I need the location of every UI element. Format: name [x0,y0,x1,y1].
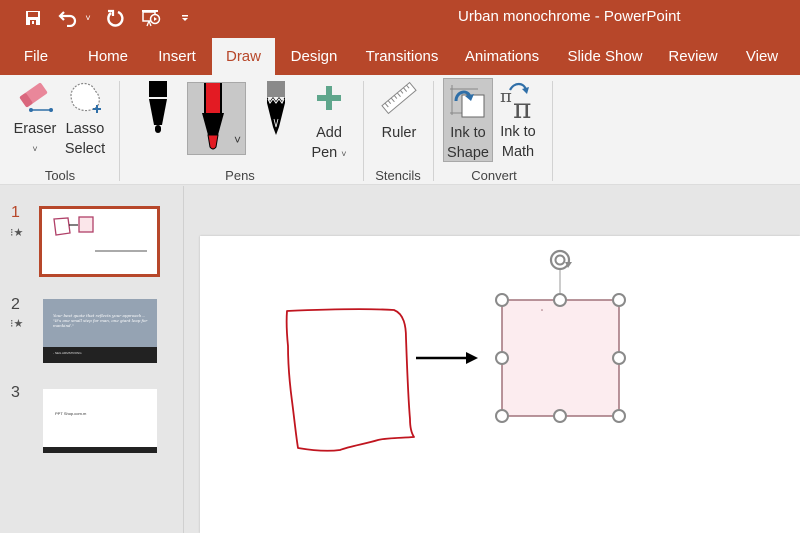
group-separator [363,81,364,181]
tab-slide-show[interactable]: Slide Show [562,38,648,75]
ribbon-tabs: File Home Insert Draw Design Transitions… [0,38,800,75]
ink-to-shape-icon [450,85,485,118]
slide-number: 2 [11,296,20,313]
group-separator [433,81,434,181]
eraser-dropdown-caret[interactable]: ˅ [10,139,60,159]
ink-dot [541,309,543,311]
resize-handle-bottom-left[interactable] [495,409,509,423]
slide-3-footer-band [43,447,157,453]
start-from-beginning-button[interactable] [138,6,164,30]
tab-animations[interactable]: Animations [460,38,544,75]
svg-text:π: π [513,92,531,120]
eraser-icon [19,83,53,112]
group-label-convert: Convert [471,168,517,183]
slide-thumbnail-3[interactable]: PPT Shop.com.m [43,389,157,453]
group-separator [119,81,120,181]
eraser-button[interactable]: Eraser ˅ [10,81,60,163]
window-title: Urban monochrome - PowerPoint [458,8,681,25]
tab-view[interactable]: View [740,38,784,75]
tab-home[interactable]: Home [80,38,136,75]
tab-draw[interactable]: Draw [212,38,275,75]
ruler-icon [381,81,417,115]
slide-2-quote: Your best quote that reflects your appro… [53,313,148,328]
animation-star-icon: ⁝★ [10,318,24,330]
slide-canvas [285,249,626,452]
black-pen-button[interactable] [140,79,176,143]
add-pen-label-line2: Pen ˅ [311,145,347,161]
resize-handle-top[interactable] [553,293,567,307]
group-separator [552,81,553,181]
undo-dropdown[interactable]: ˅ [82,6,94,30]
tab-design[interactable]: Design [284,38,344,75]
lasso-label-line2: Select [64,141,106,157]
eraser-label: Eraser [13,121,57,137]
ink-to-math-button[interactable]: π π Ink to Math [495,78,541,162]
slide-2-author: - NEIL ARMSTRONG [53,351,82,355]
arrow-connector[interactable] [416,352,478,364]
tab-review[interactable]: Review [664,38,722,75]
save-icon [26,11,40,25]
save-button[interactable] [22,6,44,30]
slide-number: 3 [11,384,20,401]
tab-file[interactable]: File [14,38,58,75]
redo-icon [107,9,124,27]
resize-handle-right[interactable] [612,351,626,365]
ink-to-math-label-line1: Ink to [500,124,536,140]
group-label-stencils: Stencils [375,168,421,183]
present-from-beginning-icon [142,10,161,27]
slide-thumbnail-2[interactable]: Your best quote that reflects your appro… [43,299,157,363]
slide-thumbnail-pane: 1 ⁝★ 2 ⁝★ Your best quote that reflects … [0,186,184,533]
undo-button[interactable] [57,6,79,30]
group-label-pens: Pens [225,168,255,183]
ruler-label: Ruler [381,125,417,141]
ink-to-math-icon: π π [500,82,531,120]
slide-3-text: PPT Shop.com.m [55,411,87,416]
plus-icon [317,86,341,110]
tab-insert[interactable]: Insert [150,38,204,75]
ruler-button[interactable]: Ruler [376,79,422,159]
ink-to-shape-label-line2: Shape [447,145,489,161]
group-label-tools: Tools [44,168,76,183]
undo-icon [58,11,77,27]
pencil-icon [267,81,285,135]
redo-button[interactable] [104,6,126,30]
customize-qat-button[interactable] [178,6,192,30]
add-pen-label-line1: Add [316,125,342,141]
pen-dropdown-caret[interactable]: ˅ [234,130,241,150]
current-slide[interactable] [200,236,800,533]
resize-handle-bottom-right[interactable] [612,409,626,423]
lasso-select-button[interactable]: Lasso Select [62,81,108,163]
ink-to-shape-label-line1: Ink to [450,125,486,141]
ink-to-math-label-line2: Math [501,144,535,160]
red-pen-button[interactable]: ˅ [187,82,246,155]
resize-handle-top-right[interactable] [612,293,626,307]
rotate-handle-icon[interactable] [549,249,572,271]
resize-handle-top-left[interactable] [495,293,509,307]
add-pen-button[interactable]: Add Pen ˅ [306,83,352,163]
red-marker-icon [202,83,224,150]
slide-number: 1 [11,204,20,221]
black-pen-icon [149,81,167,133]
tab-transitions[interactable]: Transitions [360,38,444,75]
converted-rectangle-shape[interactable] [501,299,620,417]
resize-handle-bottom[interactable] [553,409,567,423]
resize-handle-left[interactable] [495,351,509,365]
lasso-select-icon [70,82,101,113]
pencil-button[interactable] [258,79,294,143]
lasso-label-line1: Lasso [65,121,105,137]
slide-2-footer-band: - NEIL ARMSTRONG [43,347,157,363]
ribbon-draw: Eraser ˅ Lasso Select Tools ˅ Add Pen ˅ … [0,75,800,185]
title-bar: ˅ Urban monochrome - PowerPoint [0,0,800,38]
slide-1-preview [53,216,147,252]
customize-qat-icon [182,15,188,21]
slide-thumbnail-1[interactable] [39,206,160,277]
ink-to-shape-button[interactable]: Ink to Shape [443,78,493,162]
animation-star-icon: ⁝★ [10,227,24,239]
ink-stroke-square[interactable] [285,308,415,452]
